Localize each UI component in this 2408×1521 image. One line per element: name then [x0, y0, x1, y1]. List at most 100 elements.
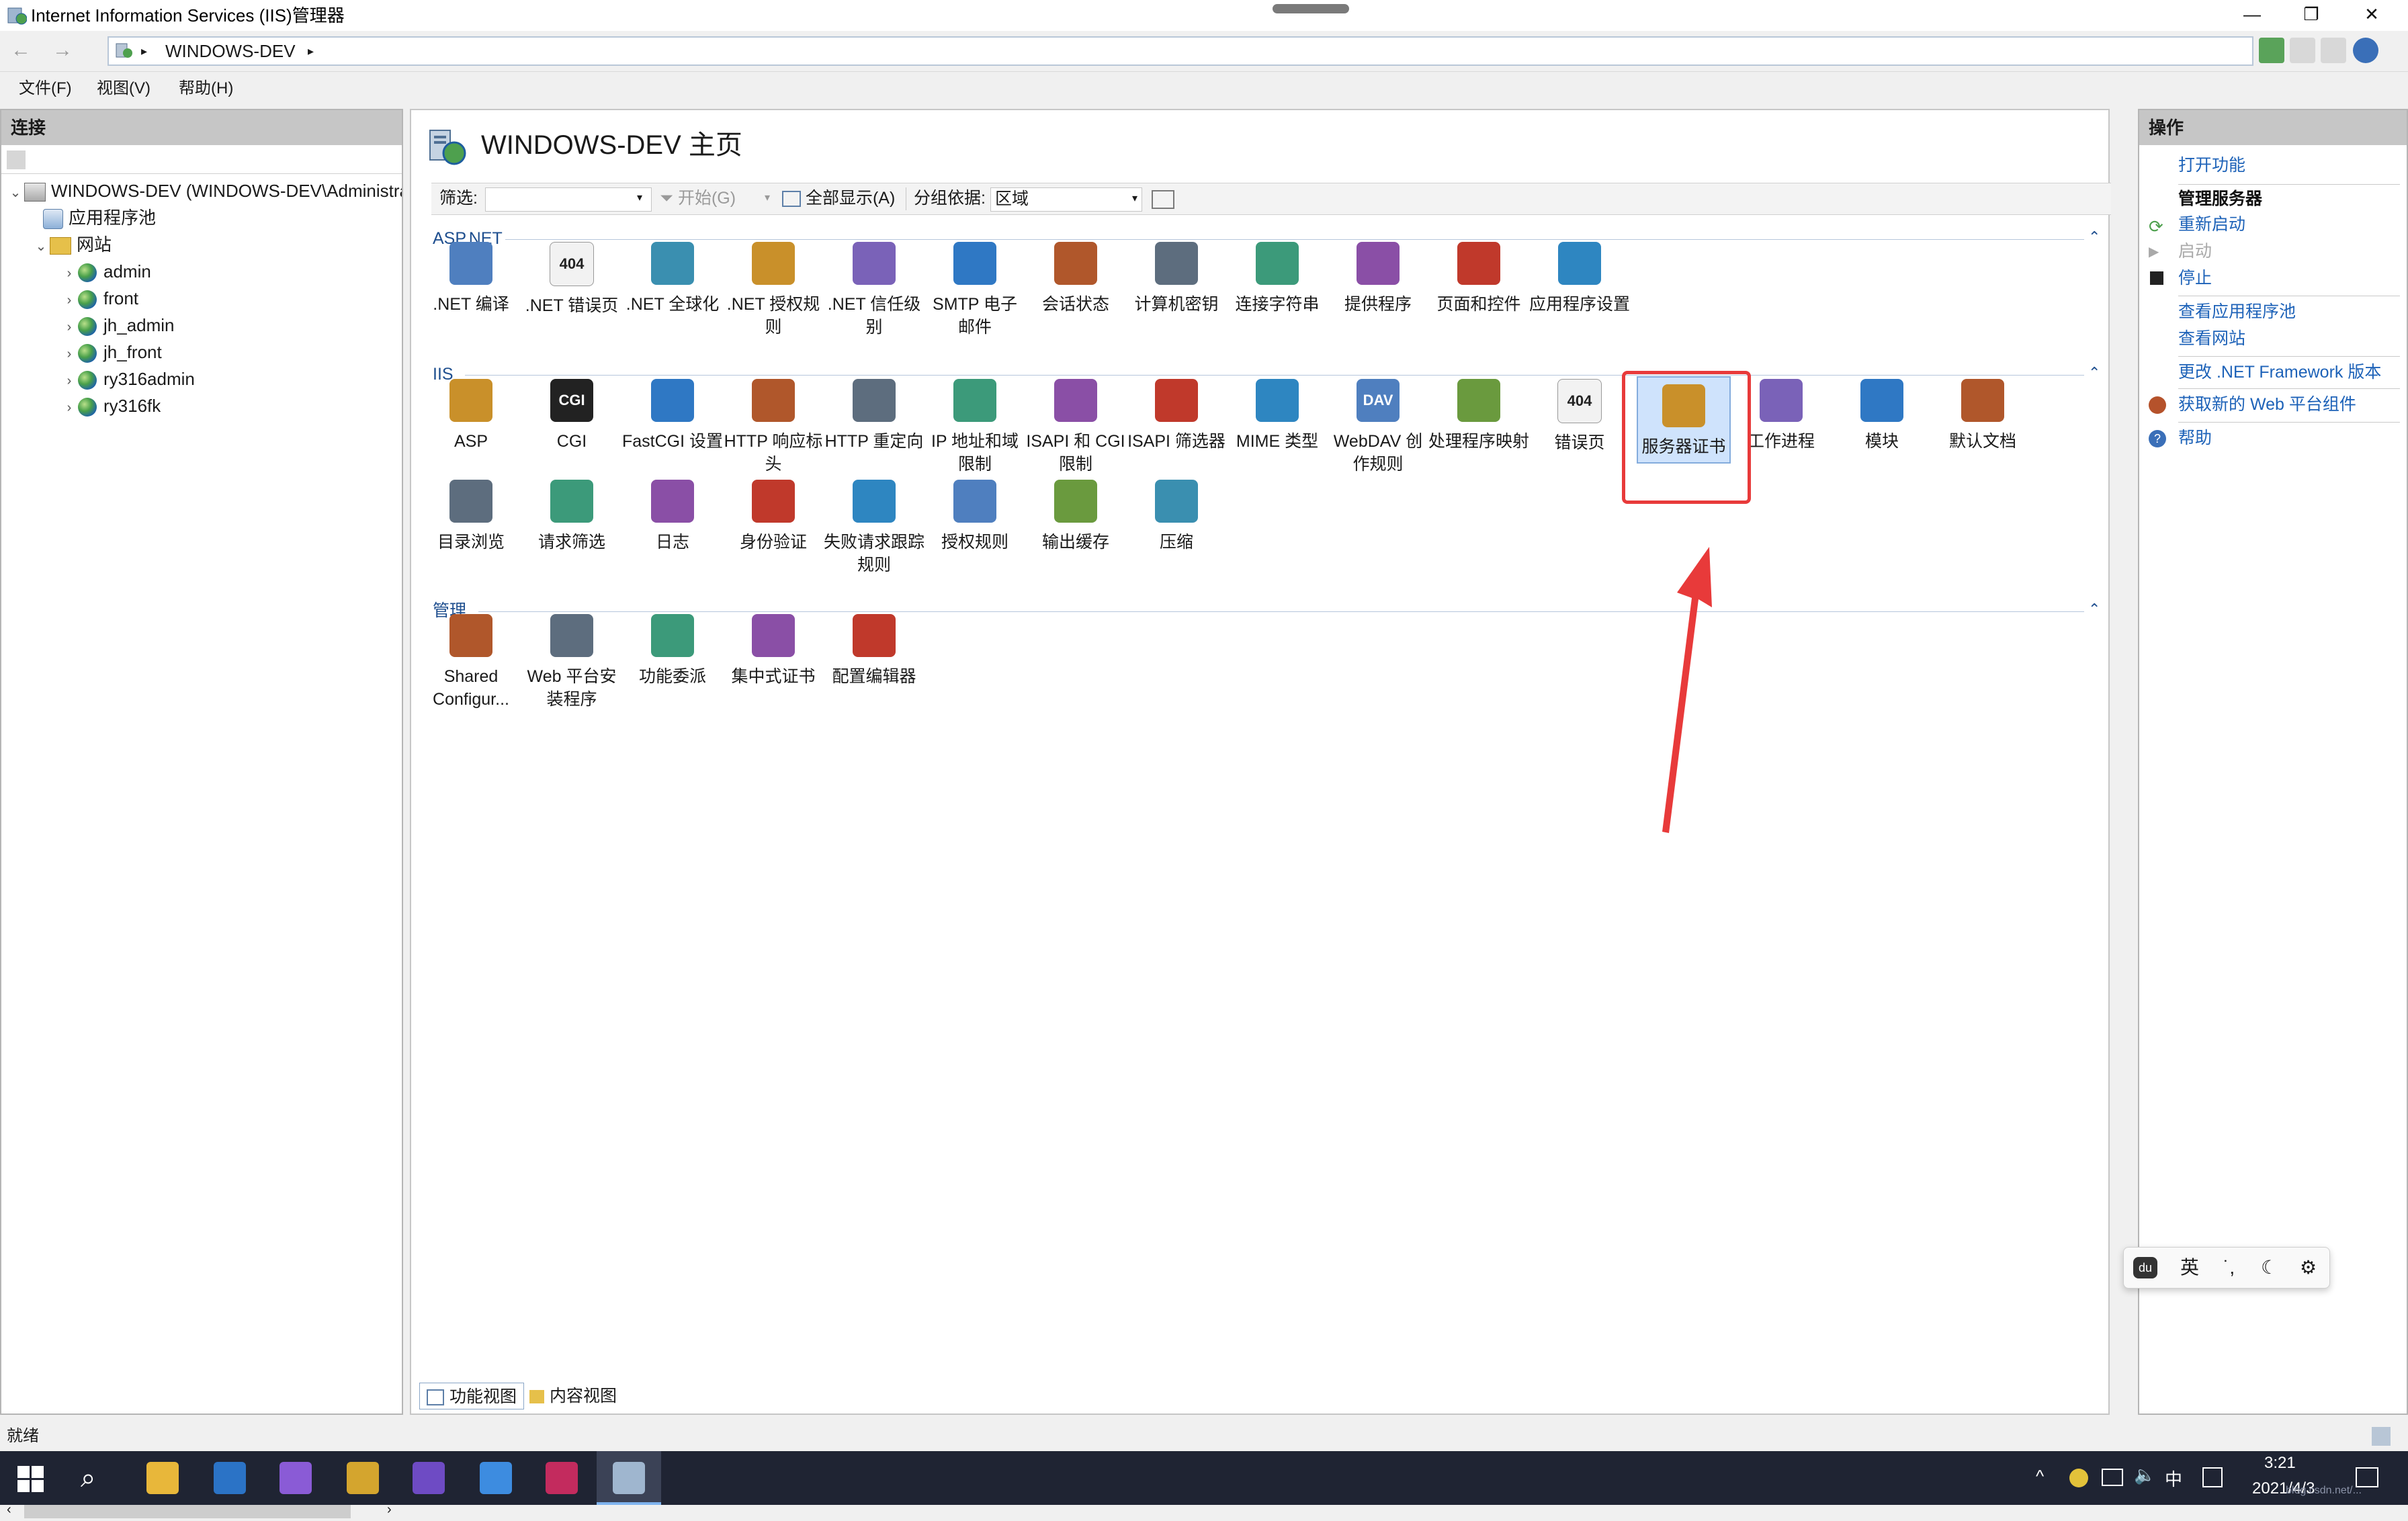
action-help[interactable]: 帮助 [2178, 425, 2212, 451]
feature-tile[interactable]: 模块 [1832, 372, 1932, 507]
feature-tile[interactable]: 压缩 [1126, 473, 1227, 607]
tree-sites[interactable]: ⌄ 网站 [32, 231, 112, 258]
feature-tile[interactable]: 请求筛选 [521, 473, 622, 607]
feature-tile[interactable]: 连接字符串 [1227, 235, 1328, 370]
feature-tile[interactable]: Shared Configur... [421, 607, 521, 742]
expand-arrow-icon[interactable]: › [60, 367, 78, 394]
expand-arrow-icon[interactable]: › [60, 287, 78, 314]
ime-mode-indicator[interactable]: 中 [2165, 1466, 2182, 1491]
forward-button[interactable]: → [47, 35, 78, 66]
home-icon[interactable] [2321, 38, 2346, 63]
feature-tile[interactable]: 404 错误页 [1529, 372, 1630, 507]
feature-tile[interactable]: .NET 全球化 [622, 235, 723, 370]
feature-tile[interactable]: 默认文档 [1932, 372, 2033, 507]
file-explorer-icon[interactable] [146, 1462, 179, 1494]
minimize-button[interactable]: — [2228, 0, 2276, 31]
tab-features-view[interactable]: 功能视图 [419, 1383, 525, 1409]
tree-server[interactable]: ⌄ WINDOWS-DEV (WINDOWS-DEV\Administrator) [7, 177, 402, 204]
feature-tile[interactable]: 目录浏览 [421, 473, 521, 607]
action-get-web-platform[interactable]: 获取新的 Web 平台组件 [2178, 391, 2356, 418]
tree-site[interactable]: › ry316admin [60, 365, 195, 392]
action-open-feature[interactable]: 打开功能 [2178, 152, 2245, 179]
feature-tile[interactable]: DAV WebDAV 创作规则 [1328, 372, 1428, 507]
ime-language-toggle[interactable]: 英 [2180, 1248, 2199, 1288]
action-stop[interactable]: 停止 [2178, 265, 2212, 292]
expand-arrow-icon[interactable]: › [60, 314, 78, 341]
feature-tile[interactable]: 会话状态 [1025, 235, 1126, 370]
feature-tile[interactable]: 失败请求跟踪规则 [824, 473, 924, 607]
volume-icon[interactable]: 🔈 [2134, 1465, 2155, 1485]
action-start[interactable]: 启动 [2178, 238, 2212, 265]
search-icon[interactable]: ⌕ [81, 1463, 95, 1493]
tree-site[interactable]: › jh_admin [60, 312, 175, 339]
tray-expand-icon[interactable]: ^ [2036, 1466, 2044, 1487]
breadcrumb-chevron-icon[interactable]: ▸ [308, 40, 314, 62]
ime-logo-icon[interactable]: du [2133, 1257, 2157, 1278]
feishu-icon[interactable] [480, 1462, 512, 1494]
feature-tile[interactable]: 提供程序 [1328, 235, 1428, 370]
collapse-arrow-icon[interactable]: ⌄ [32, 233, 50, 260]
feature-tile[interactable]: .NET 信任级别 [824, 235, 924, 370]
feature-tile[interactable]: SMTP 电子邮件 [924, 235, 1025, 370]
feature-tile[interactable]: MIME 类型 [1227, 372, 1328, 507]
close-button[interactable]: ✕ [2348, 0, 2396, 31]
action-change-framework[interactable]: 更改 .NET Framework 版本 [2178, 359, 2381, 386]
menu-file[interactable]: 文件(F) [19, 78, 72, 99]
windows-start-icon[interactable] [17, 1466, 44, 1493]
drag-handle[interactable] [1273, 4, 1349, 13]
feature-tile[interactable]: Web 平台安装程序 [521, 607, 622, 742]
feature-tile[interactable]: 计算机密钥 [1126, 235, 1227, 370]
jetbrains-icon[interactable] [546, 1462, 578, 1494]
expand-arrow-icon[interactable]: › [60, 394, 78, 421]
tree-site[interactable]: › front [60, 285, 138, 312]
tree-site[interactable]: › jh_front [60, 339, 162, 365]
ime-punctuation-toggle[interactable]: ˙, [2223, 1248, 2235, 1288]
help-icon[interactable] [2353, 38, 2378, 63]
feature-tile[interactable]: .NET 编译 [421, 235, 521, 370]
visual-studio-icon[interactable] [280, 1462, 312, 1494]
mail-icon[interactable] [214, 1462, 246, 1494]
maximize-button[interactable]: ❐ [2287, 0, 2335, 31]
collapse-arrow-icon[interactable]: ⌄ [7, 179, 24, 204]
action-view-app-pools[interactable]: 查看应用程序池 [2178, 298, 2296, 325]
menu-view[interactable]: 视图(V) [97, 78, 150, 99]
feature-tile[interactable]: 页面和控件 [1428, 235, 1529, 370]
app-icon[interactable] [347, 1462, 379, 1494]
address-field[interactable]: ▸ WINDOWS-DEV ▸ [108, 36, 2253, 66]
visual-studio-2-icon[interactable] [413, 1462, 445, 1494]
action-restart[interactable]: 重新启动 [2178, 211, 2245, 238]
notifications-icon[interactable] [2356, 1467, 2378, 1487]
feature-tile[interactable]: 授权规则 [924, 473, 1025, 607]
feature-tile[interactable]: 日志 [622, 473, 723, 607]
scrollbar-thumb[interactable] [24, 1505, 351, 1518]
iis-task-button[interactable] [597, 1451, 661, 1505]
feature-tile[interactable]: 404 .NET 错误页 [521, 235, 622, 370]
ime-keyboard-icon[interactable] [2202, 1467, 2223, 1487]
feature-tile[interactable]: 功能委派 [622, 607, 723, 742]
network-icon[interactable] [2102, 1469, 2123, 1486]
breadcrumb-windows-dev[interactable]: WINDOWS-DEV [165, 40, 296, 62]
tray-app-icon[interactable] [2069, 1469, 2088, 1487]
menu-help[interactable]: 帮助(H) [179, 78, 233, 99]
feature-tile[interactable]: .NET 授权规则 [723, 235, 824, 370]
ime-moon-icon[interactable]: ☾ [2261, 1248, 2278, 1288]
feature-tile[interactable]: 处理程序映射 [1428, 372, 1529, 507]
action-view-sites[interactable]: 查看网站 [2178, 325, 2245, 352]
feature-tile[interactable]: 输出缓存 [1025, 473, 1126, 607]
stop-icon[interactable] [2290, 38, 2315, 63]
expand-arrow-icon[interactable]: › [60, 341, 78, 367]
new-connection-icon[interactable] [7, 150, 26, 169]
back-button[interactable]: ← [5, 35, 36, 66]
tree-app-pools[interactable]: 应用程序池 [43, 204, 156, 231]
expand-arrow-icon[interactable]: › [60, 260, 78, 287]
feature-tile[interactable]: 配置编辑器 [824, 607, 924, 742]
refresh-icon[interactable] [2259, 38, 2284, 63]
clock-time[interactable]: 3:21 [2264, 1454, 2296, 1473]
ime-settings-icon[interactable]: ⚙ [2300, 1248, 2317, 1288]
tree-site[interactable]: › ry316fk [60, 392, 161, 419]
feature-tile[interactable]: 集中式证书 [723, 607, 824, 742]
feature-tile[interactable]: 身份验证 [723, 473, 824, 607]
tree-site[interactable]: › admin [60, 258, 151, 285]
feature-tile[interactable]: 应用程序设置 [1529, 235, 1630, 370]
tab-content-view[interactable]: 内容视图 [523, 1383, 624, 1409]
